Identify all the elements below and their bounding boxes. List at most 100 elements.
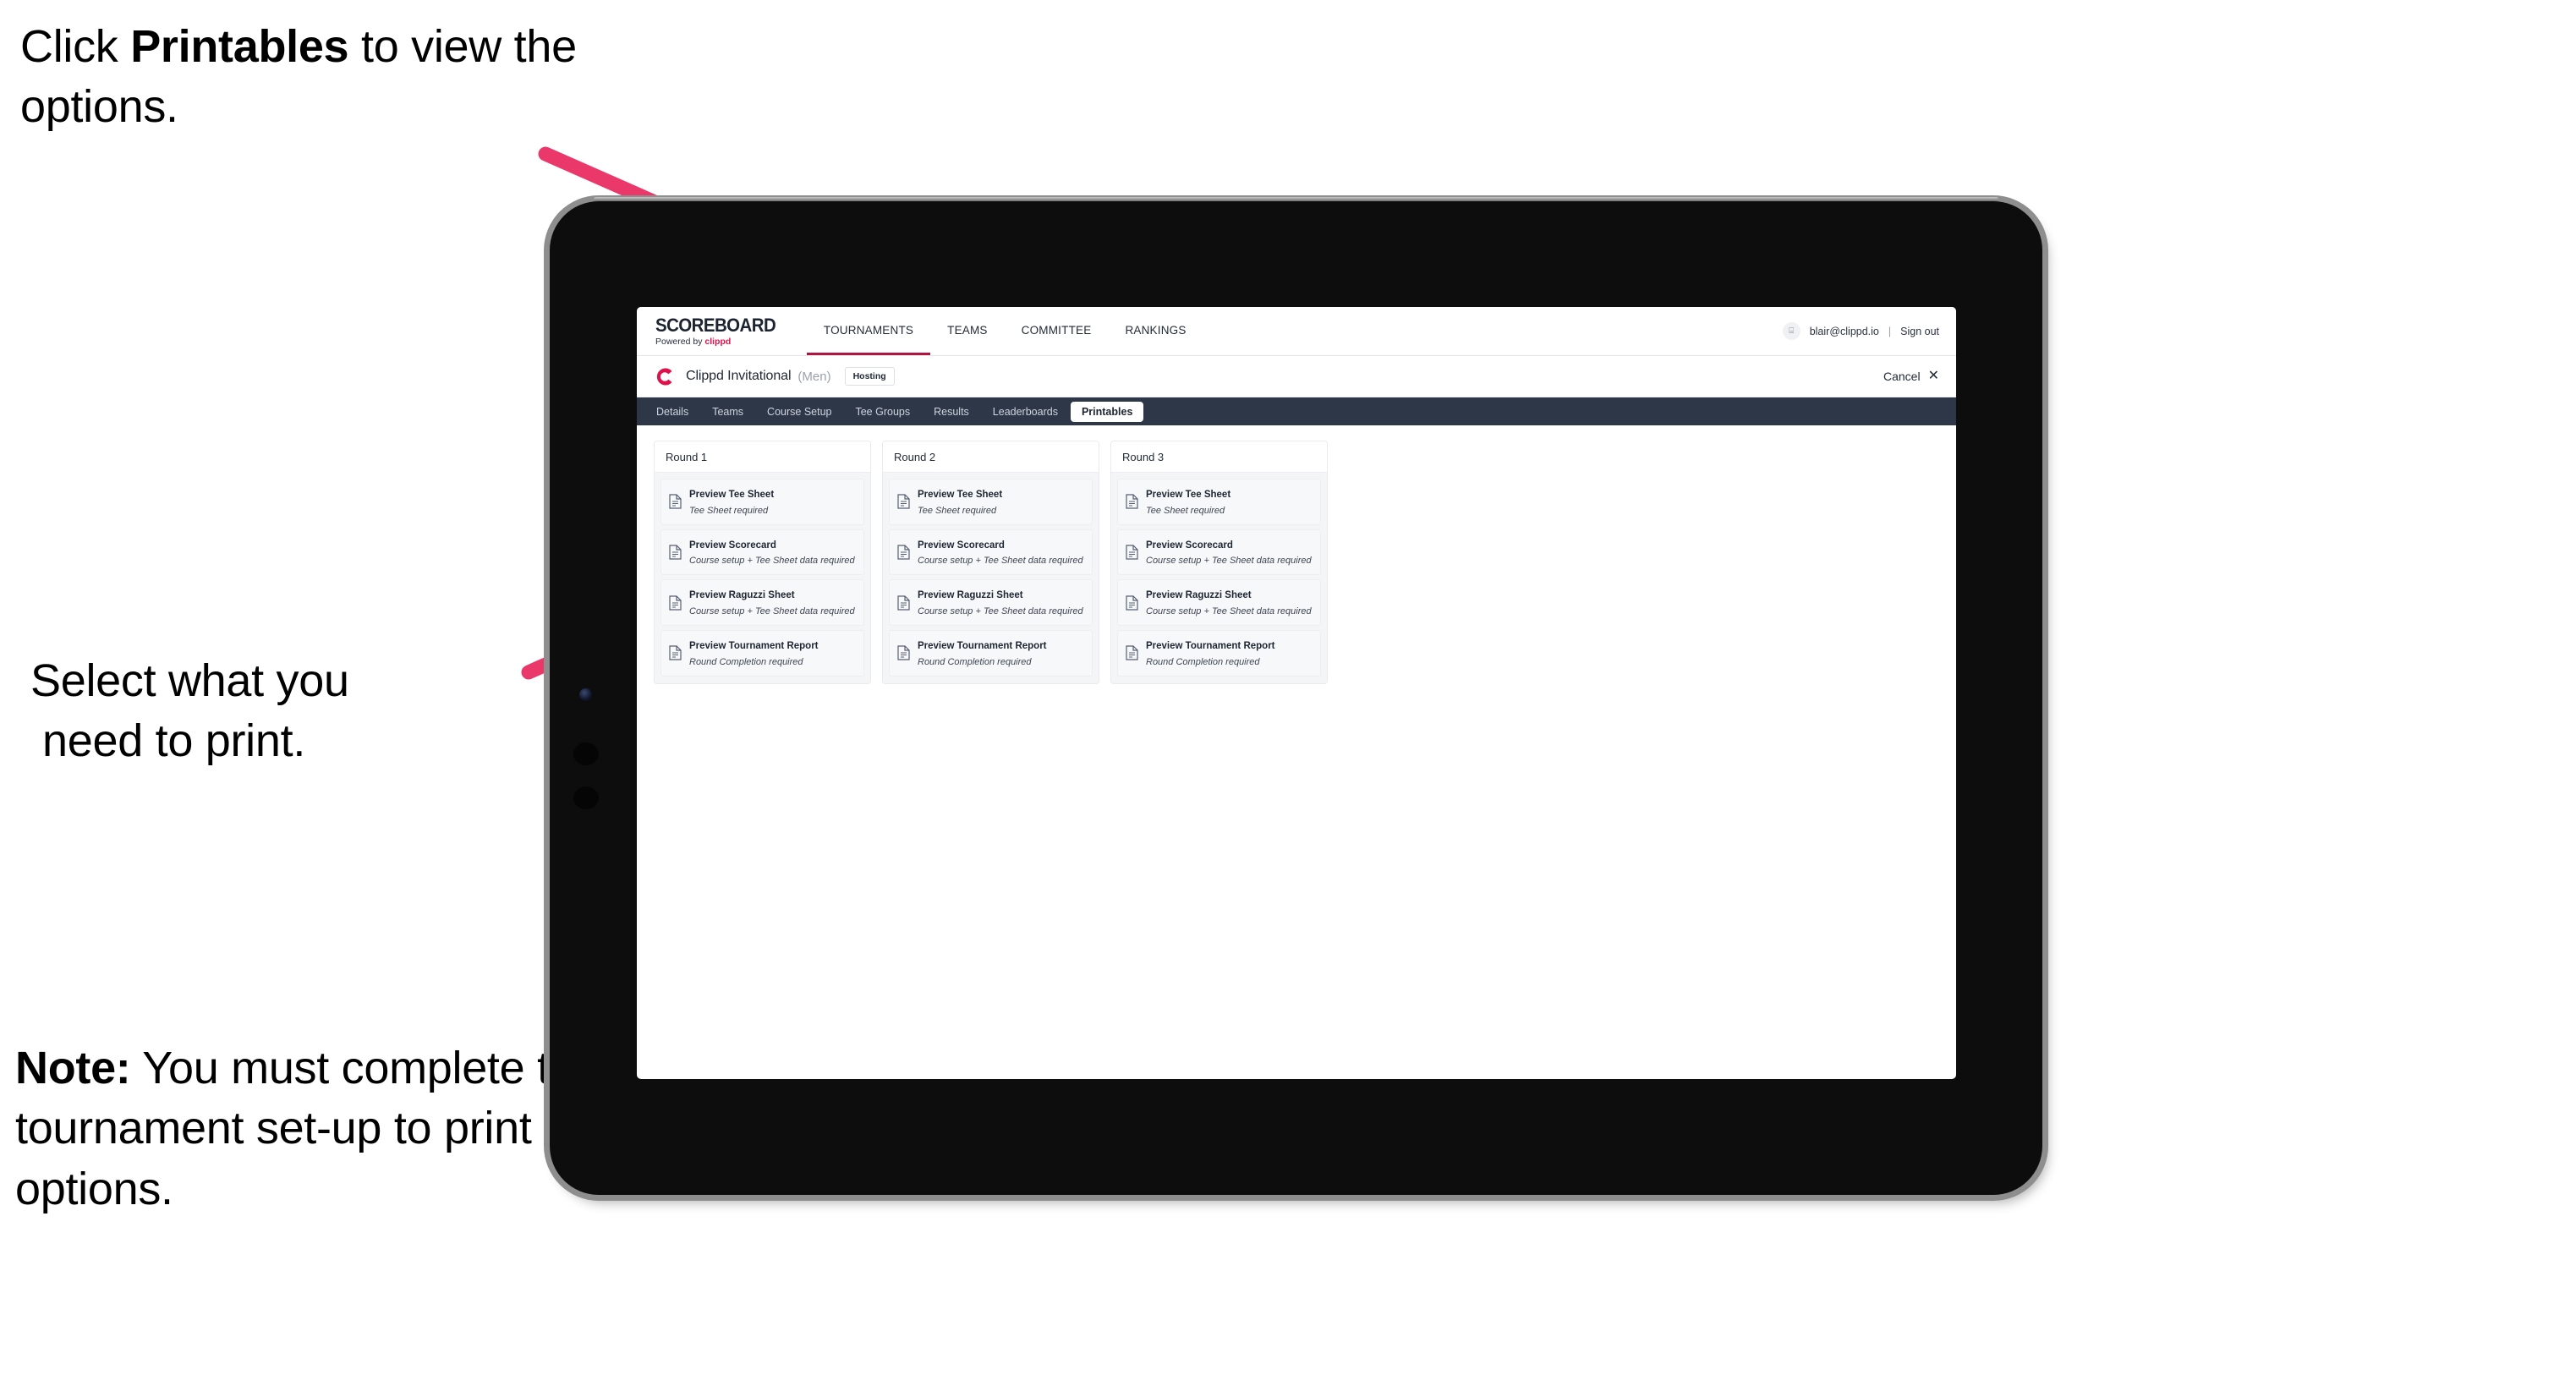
printable-title: Preview Tournament Report <box>689 641 819 652</box>
account-email: blair@clippd.io <box>1809 325 1879 337</box>
document-icon <box>1126 494 1138 509</box>
round-2-header: Round 2 <box>883 441 1099 473</box>
tab-results[interactable]: Results <box>923 402 980 422</box>
round-column-3: Round 3 Preview Tee Sheet Tee Sheet requ… <box>1110 441 1328 684</box>
printable-requirement: Course setup + Tee Sheet data required <box>1146 556 1312 567</box>
printable-title: Preview Tee Sheet <box>689 490 775 500</box>
printable-requirement: Round Completion required <box>918 656 1032 667</box>
cancel-button[interactable]: Cancel ✕ <box>1883 370 1939 384</box>
tab-leaderboards[interactable]: Leaderboards <box>982 402 1069 422</box>
brand-tagline: Powered by clippd <box>655 337 785 347</box>
primary-menu: TOURNAMENTS TEAMS COMMITTEE RANKINGS <box>806 307 1203 355</box>
document-icon <box>669 645 682 661</box>
brand-tagline-prefix: Powered by <box>655 336 705 347</box>
printable-text: Preview Raguzzi Sheet Course setup + Tee… <box>918 587 1084 618</box>
printable-requirement: Round Completion required <box>689 656 803 667</box>
tab-course-setup[interactable]: Course Setup <box>756 402 842 422</box>
front-camera-icon <box>579 688 592 701</box>
printable-title: Preview Raguzzi Sheet <box>1146 590 1252 601</box>
printable-text: Preview Tournament Report Round Completi… <box>689 638 856 669</box>
printable-requirement: Course setup + Tee Sheet data required <box>689 556 855 567</box>
printable-requirement: Round Completion required <box>1146 656 1260 667</box>
printable-requirement: Course setup + Tee Sheet data required <box>918 605 1083 616</box>
printable-row-scorecard[interactable]: Preview Scorecard Course setup + Tee She… <box>1117 529 1321 576</box>
brand-title: SCOREBOARD <box>655 314 776 336</box>
document-icon <box>897 645 910 661</box>
round-2-items: Preview Tee Sheet Tee Sheet required Pre… <box>883 473 1099 683</box>
printable-text: Preview Scorecard Course setup + Tee She… <box>1146 537 1313 568</box>
round-3-items: Preview Tee Sheet Tee Sheet required Pre… <box>1111 473 1327 683</box>
printable-text: Preview Tournament Report Round Completi… <box>1146 638 1313 669</box>
account-separator: | <box>1888 325 1892 337</box>
annotation-note-bold: Note: <box>15 1043 131 1093</box>
document-icon <box>669 494 682 509</box>
printable-row-tee-sheet[interactable]: Preview Tee Sheet Tee Sheet required <box>1117 479 1321 525</box>
round-column-2: Round 2 Preview Tee Sheet Tee Sheet requ… <box>882 441 1099 684</box>
global-navbar: SCOREBOARD Powered by clippd TOURNAMENTS… <box>637 307 1956 356</box>
document-icon <box>669 545 682 560</box>
printable-text: Preview Tee Sheet Tee Sheet required <box>689 486 856 518</box>
menu-item-rankings[interactable]: RANKINGS <box>1108 307 1203 355</box>
menu-item-committee[interactable]: COMMITTEE <box>1005 307 1109 355</box>
volume-down-button[interactable] <box>573 786 599 809</box>
printable-row-raguzzi-sheet[interactable]: Preview Raguzzi Sheet Course setup + Tee… <box>660 579 864 627</box>
tab-tee-groups[interactable]: Tee Groups <box>844 402 921 422</box>
annotation-click-printables: Click Printables to view the options. <box>20 17 578 138</box>
annotation-middle-line2: need to print. <box>42 715 306 767</box>
tab-teams[interactable]: Teams <box>701 402 754 422</box>
printable-requirement: Tee Sheet required <box>918 505 997 516</box>
tab-printables[interactable]: Printables <box>1070 401 1144 422</box>
status-badge: Hosting <box>844 366 895 386</box>
printable-row-scorecard[interactable]: Preview Scorecard Course setup + Tee She… <box>660 529 864 576</box>
document-icon <box>669 595 682 611</box>
printable-requirement: Course setup + Tee Sheet data required <box>689 605 855 616</box>
printable-title: Preview Tee Sheet <box>1146 490 1231 500</box>
annotation-select-to-print: Select what you need to print. <box>30 651 555 772</box>
printable-title: Preview Scorecard <box>1146 540 1233 551</box>
printable-row-tee-sheet[interactable]: Preview Tee Sheet Tee Sheet required <box>660 479 864 525</box>
printable-title: Preview Raguzzi Sheet <box>689 590 795 601</box>
printable-title: Preview Scorecard <box>918 540 1005 551</box>
printable-row-tee-sheet[interactable]: Preview Tee Sheet Tee Sheet required <box>889 479 1093 525</box>
tab-details[interactable]: Details <box>645 402 699 422</box>
annotation-top-pre: Click <box>20 21 131 72</box>
printables-panel: Round 1 Preview Tee Sheet Tee Sheet requ… <box>637 425 1956 699</box>
volume-up-button[interactable] <box>573 742 599 765</box>
printable-requirement: Tee Sheet required <box>1146 505 1225 516</box>
printable-title: Preview Tournament Report <box>918 641 1047 652</box>
document-icon <box>897 595 910 611</box>
printable-text: Preview Tee Sheet Tee Sheet required <box>918 486 1084 518</box>
document-icon <box>1126 545 1138 560</box>
tournament-gender: (Men) <box>797 369 831 384</box>
printable-title: Preview Scorecard <box>689 540 776 551</box>
brand-logo[interactable]: SCOREBOARD Powered by clippd <box>637 307 807 355</box>
menu-item-teams[interactable]: TEAMS <box>930 307 1005 355</box>
tournament-header: Clippd Invitational (Men) Hosting Cancel… <box>637 356 1956 397</box>
document-icon <box>1126 595 1138 611</box>
menu-item-tournaments[interactable]: TOURNAMENTS <box>806 307 931 355</box>
printable-row-raguzzi-sheet[interactable]: Preview Raguzzi Sheet Course setup + Tee… <box>889 579 1093 627</box>
tournament-name: Clippd Invitational <box>686 369 792 383</box>
annotation-middle-line1: Select what you <box>30 655 349 706</box>
printable-title: Preview Tee Sheet <box>918 490 1003 500</box>
printable-requirement: Course setup + Tee Sheet data required <box>918 556 1083 567</box>
printable-row-scorecard[interactable]: Preview Scorecard Course setup + Tee She… <box>889 529 1093 576</box>
printable-row-tournament-report[interactable]: Preview Tournament Report Round Completi… <box>889 630 1093 677</box>
printable-requirement: Course setup + Tee Sheet data required <box>1146 605 1312 616</box>
avatar[interactable]: ⌸ <box>1782 322 1800 340</box>
cancel-button-label: Cancel <box>1883 370 1921 383</box>
round-column-1: Round 1 Preview Tee Sheet Tee Sheet requ… <box>654 441 871 684</box>
document-icon <box>897 545 910 560</box>
app-screen: SCOREBOARD Powered by clippd TOURNAMENTS… <box>637 307 1956 1079</box>
printable-requirement: Tee Sheet required <box>689 505 769 516</box>
sign-out-link[interactable]: Sign out <box>1900 326 1939 337</box>
round-1-items: Preview Tee Sheet Tee Sheet required Pre… <box>655 473 870 683</box>
printable-row-raguzzi-sheet[interactable]: Preview Raguzzi Sheet Course setup + Tee… <box>1117 579 1321 627</box>
round-3-header: Round 3 <box>1111 441 1327 473</box>
printable-row-tournament-report[interactable]: Preview Tournament Report Round Completi… <box>1117 630 1321 677</box>
printable-title: Preview Raguzzi Sheet <box>918 590 1023 601</box>
printable-text: Preview Scorecard Course setup + Tee She… <box>689 537 856 568</box>
printable-row-tournament-report[interactable]: Preview Tournament Report Round Completi… <box>660 630 864 677</box>
printable-text: Preview Raguzzi Sheet Course setup + Tee… <box>1146 587 1313 618</box>
printable-text: Preview Raguzzi Sheet Course setup + Tee… <box>689 587 856 618</box>
